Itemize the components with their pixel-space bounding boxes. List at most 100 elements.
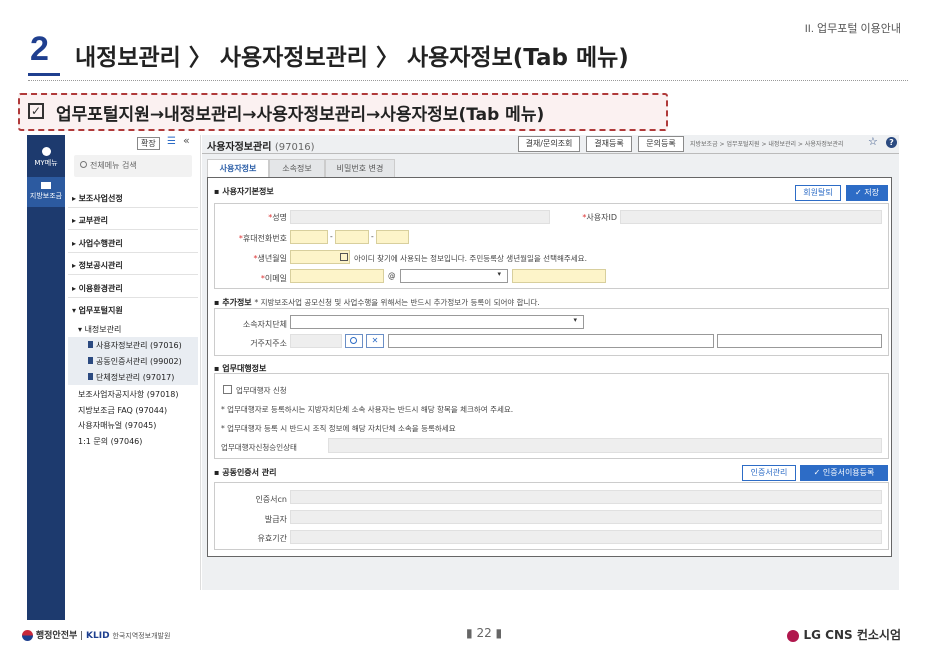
menu-divider [68, 229, 198, 230]
name-field[interactable] [290, 210, 550, 224]
withdraw-button[interactable]: 회원탈퇴 [795, 185, 841, 201]
sub-group[interactable]: ▾ 내정보관리 [78, 324, 121, 335]
checkbox-icon: ✓ [28, 103, 44, 119]
footer-logos: 행정안전부 | KLID 한국지역정보개발원 [22, 628, 170, 641]
zip-field[interactable] [290, 334, 342, 348]
sub-item[interactable]: 단체정보관리 (97017) [88, 372, 174, 383]
help-icon[interactable]: ? [886, 137, 897, 148]
my-menu-button[interactable]: MY메뉴 [27, 147, 65, 168]
proxy-checkbox-label: 업무대행자 신청 [236, 386, 287, 395]
breadcrumb: 지방보조금 > 업무포털지원 > 내정보관리 > 사용자정보관리 [690, 141, 844, 148]
address-detail-field[interactable] [717, 334, 882, 348]
menu-link[interactable]: 사용자매뉴얼 (97045) [78, 420, 156, 431]
close-icon: ✕ [371, 336, 379, 345]
menu-path: 업무포털지원→내정보관리→사용자정보관리→사용자정보(Tab 메뉴) [56, 105, 545, 125]
email-domain-field[interactable] [512, 269, 606, 283]
expand-button[interactable]: 확장 [137, 137, 160, 150]
check-icon: ✓ [855, 188, 865, 197]
menu-divider [68, 252, 198, 253]
klid-logo: KLID [86, 631, 110, 641]
approval-field [328, 438, 882, 453]
menu-link[interactable]: 보조사업자공지사항 (97018) [78, 389, 178, 400]
list-icon[interactable]: ☰ [167, 136, 176, 147]
menu-item[interactable]: ▸ 교부관리 [72, 215, 108, 226]
menu-divider [68, 274, 198, 275]
calendar-icon[interactable] [340, 253, 348, 261]
collapse-icon[interactable]: « [183, 134, 190, 147]
section-tag: II. 업무포털 이용안내 [804, 23, 901, 35]
sub-item[interactable]: 사용자정보관리 (97016) [88, 340, 182, 351]
inquiry-register-button[interactable]: 문의등록 [638, 136, 684, 152]
cert-manage-button[interactable]: 인증서관리 [742, 465, 796, 481]
address-search-button[interactable] [345, 334, 363, 348]
subsidy-label: 지방보조금 [29, 192, 63, 200]
star-icon[interactable]: ☆ [868, 135, 878, 148]
menu-item[interactable]: ▸ 정보공시관리 [72, 260, 123, 271]
folder-icon [41, 182, 51, 189]
approval-inquiry-button[interactable]: 결재/문의조회 [518, 136, 580, 152]
section-number: 2 [30, 30, 49, 68]
subsidy-button[interactable]: 지방보조금 [27, 177, 65, 207]
menu-link[interactable]: 지방보조금 FAQ (97044) [78, 405, 167, 416]
menu-link[interactable]: 1:1 문의 (97046) [78, 436, 142, 447]
menu-divider [68, 207, 198, 208]
proxy-checkbox[interactable] [223, 385, 232, 394]
approval-register-button[interactable]: 결재등록 [586, 136, 632, 152]
cert-register-button[interactable]: ✓ 인증서이용등록 [800, 465, 888, 481]
menu-item[interactable]: ▸ 사업수행관리 [72, 238, 123, 249]
phone-field-2[interactable] [335, 230, 369, 244]
tab-password[interactable]: 비밀번호 변경 [325, 159, 395, 177]
menu-item[interactable]: ▸ 보조사업선정 [72, 193, 123, 204]
divider [28, 80, 908, 81]
left-rail: MY메뉴 지방보조금 [27, 135, 65, 620]
birth-field[interactable] [290, 250, 350, 264]
title-divider [202, 153, 899, 154]
doc-icon [88, 373, 93, 380]
expiry-field [290, 530, 882, 544]
email-id-field[interactable] [290, 269, 384, 283]
search-placeholder: 전체메뉴 검색 [90, 161, 137, 170]
local-gov-select[interactable]: ▾ [290, 315, 584, 329]
lg-logo-icon [787, 629, 800, 642]
phone-field-3[interactable] [376, 230, 409, 244]
dropdown-icon: ▾ [573, 316, 577, 324]
my-menu-label: MY메뉴 [34, 159, 58, 167]
sub-item[interactable]: 공동인증서관리 (99002) [88, 356, 182, 367]
approval-label: 업무대행자신청승인상태 [221, 443, 297, 452]
email-label: *이메일 [260, 274, 287, 283]
taegeuk-logo [22, 630, 33, 641]
phone-dash: - [371, 232, 374, 241]
issuer-label: 발급자 [264, 515, 287, 524]
menu-divider [68, 297, 198, 298]
at-sign: @ [388, 271, 396, 280]
menu-item[interactable]: ▸ 이용환경관리 [72, 283, 123, 294]
search-icon [350, 337, 357, 344]
cert-cn-field [290, 490, 882, 504]
user-icon [41, 147, 51, 156]
section-title-cert: ▪ 공동인증서 관리 [214, 468, 277, 477]
doc-icon [88, 341, 93, 348]
section-title-basic: ▪ 사용자기본정보 [214, 187, 274, 196]
tab-affiliation[interactable]: 소속정보 [269, 159, 325, 177]
cert-cn-label: 인증서cn [255, 495, 287, 504]
phone-dash: - [330, 232, 333, 241]
check-icon: ✓ [813, 468, 823, 477]
save-button[interactable]: ✓ 저장 [846, 185, 888, 201]
page-number: ▮ 22 ▮ [466, 626, 503, 640]
menu-search-input[interactable]: 전체메뉴 검색 [74, 155, 192, 177]
menu-item-active[interactable]: ▾ 업무포털지원 [72, 305, 123, 316]
address-clear-button[interactable]: ✕ [366, 334, 384, 348]
page-title: 내정보관리 〉 사용자정보관리 〉 사용자정보(Tab 메뉴) [75, 45, 629, 71]
userid-label: *사용자ID [582, 213, 617, 222]
section-title-extra: ▪ 추가정보 * 지방보조사업 공모신청 및 사업수행을 위해서는 반드시 추가… [214, 298, 540, 307]
phone-field-1[interactable] [290, 230, 328, 244]
email-domain-select[interactable]: ▾ [400, 269, 508, 283]
name-label: *성명 [268, 213, 287, 222]
userid-field[interactable] [620, 210, 882, 224]
issuer-field [290, 510, 882, 524]
dropdown-icon: ▾ [497, 270, 501, 278]
company-logo: LG CNS 컨소시엄 [787, 626, 901, 643]
tab-user-info[interactable]: 사용자정보 [207, 159, 269, 177]
address-field[interactable] [388, 334, 714, 348]
number-underline [28, 73, 60, 76]
